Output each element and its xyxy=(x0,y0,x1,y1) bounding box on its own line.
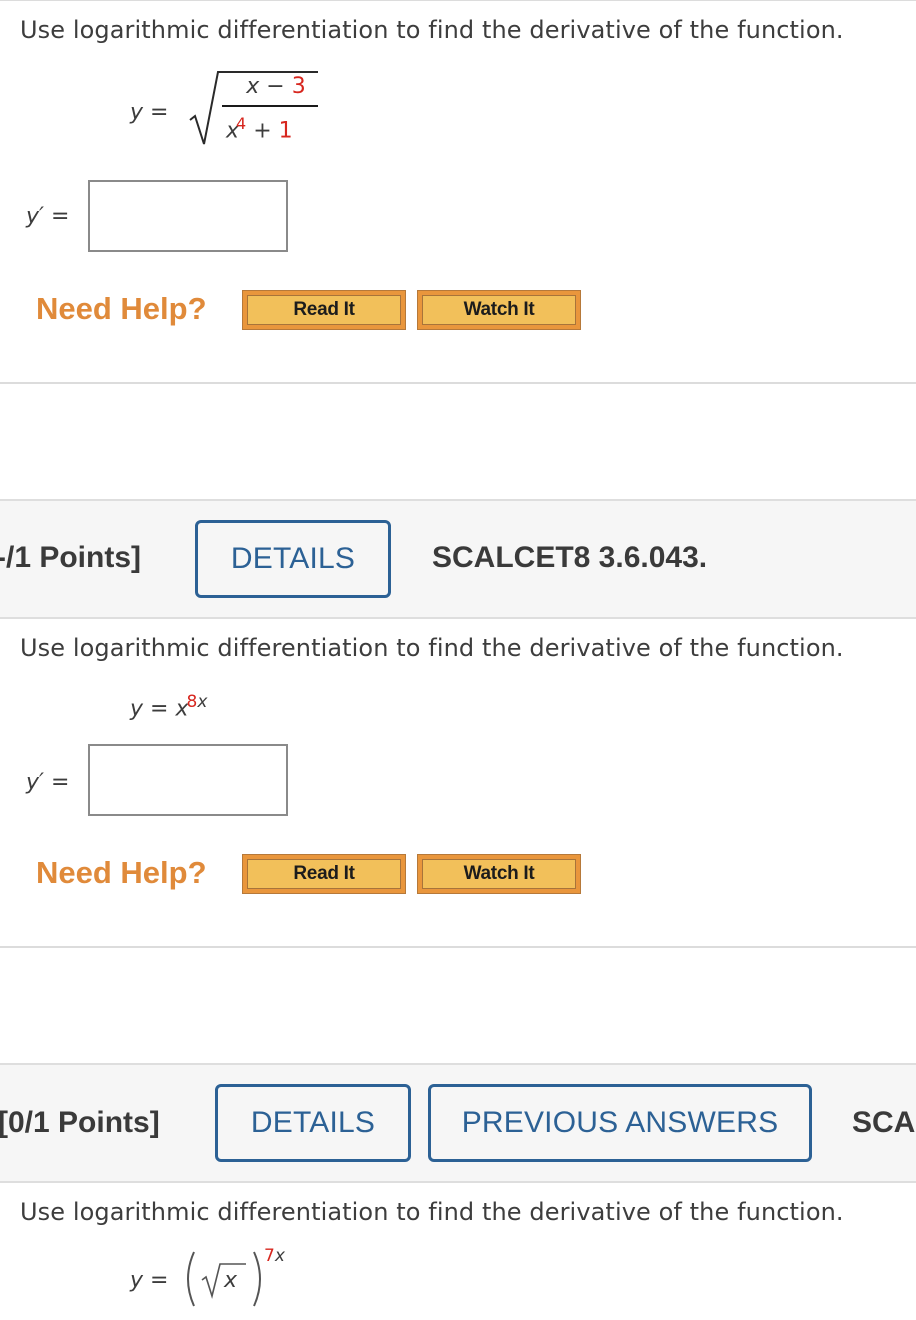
fraction-denominator: x4 + 1 xyxy=(226,114,293,143)
question-prompt: Use logarithmic differentiation to find … xyxy=(20,16,844,44)
answer-label: y′ = xyxy=(26,770,70,795)
question-reference: SCALCET8 3.6.045. xyxy=(852,1106,916,1139)
denominator-constant: 1 xyxy=(278,118,293,144)
fraction-bar xyxy=(222,105,318,107)
points-label: -/1 Points] xyxy=(0,541,142,574)
top-divider xyxy=(0,0,916,1)
fraction-numerator: x − 3 xyxy=(236,74,316,99)
question-divider xyxy=(0,382,916,384)
equals-sign: = xyxy=(150,696,169,722)
question-header: [0/1 Points] DETAILS PREVIOUS ANSWERS SC… xyxy=(0,1063,916,1183)
read-it-label: Read It xyxy=(247,859,401,889)
exponent-coefficient: 7 xyxy=(264,1246,275,1266)
lhs-variable: y xyxy=(130,696,144,722)
watch-it-button[interactable]: Watch It xyxy=(417,854,581,894)
details-button[interactable]: DETAILS xyxy=(215,1084,411,1162)
function-lhs: y = xyxy=(130,1268,168,1293)
question-header: -/1 Points] DETAILS SCALCET8 3.6.043. xyxy=(0,499,916,619)
lhs-variable: y xyxy=(130,100,144,125)
need-help-label: Need Help? xyxy=(36,291,207,326)
details-button[interactable]: DETAILS xyxy=(195,520,391,598)
watch-it-label: Watch It xyxy=(422,295,576,325)
equals-sign: = xyxy=(150,100,169,125)
equals-sign: = xyxy=(150,1268,169,1293)
numerator-variable: x xyxy=(246,74,260,99)
exponent: 7x xyxy=(264,1246,285,1266)
exponent-coefficient: 8 xyxy=(186,692,198,712)
answer-input[interactable] xyxy=(88,180,288,252)
previous-answers-button[interactable]: PREVIOUS ANSWERS xyxy=(428,1084,812,1162)
watch-it-label: Watch It xyxy=(422,859,576,889)
answer-label: y′ = xyxy=(26,204,70,229)
numerator-constant: 3 xyxy=(291,74,306,99)
points-label: [0/1 Points] xyxy=(0,1106,160,1139)
read-it-button[interactable]: Read It xyxy=(242,290,406,330)
read-it-label: Read It xyxy=(247,295,401,325)
exponent-variable: x xyxy=(197,692,208,712)
numerator-operator: − xyxy=(266,74,285,99)
read-it-button[interactable]: Read It xyxy=(242,854,406,894)
lhs-variable: y xyxy=(130,1268,144,1293)
denominator-operator: + xyxy=(253,118,272,144)
radicand: x xyxy=(224,1268,238,1293)
function-lhs: y = xyxy=(130,100,168,125)
function-expression: y = x8x xyxy=(130,692,207,721)
need-help-label: Need Help? xyxy=(36,855,207,890)
watch-it-button[interactable]: Watch It xyxy=(417,290,581,330)
exponent-variable: x xyxy=(274,1246,285,1266)
answer-input[interactable] xyxy=(88,744,288,816)
question-prompt: Use logarithmic differentiation to find … xyxy=(20,1198,844,1226)
exponent: 8x xyxy=(187,692,208,712)
denominator-exponent: 4 xyxy=(236,114,247,133)
question-reference: SCALCET8 3.6.043. xyxy=(432,541,708,574)
question-prompt: Use logarithmic differentiation to find … xyxy=(20,634,844,662)
question-divider xyxy=(0,946,916,948)
